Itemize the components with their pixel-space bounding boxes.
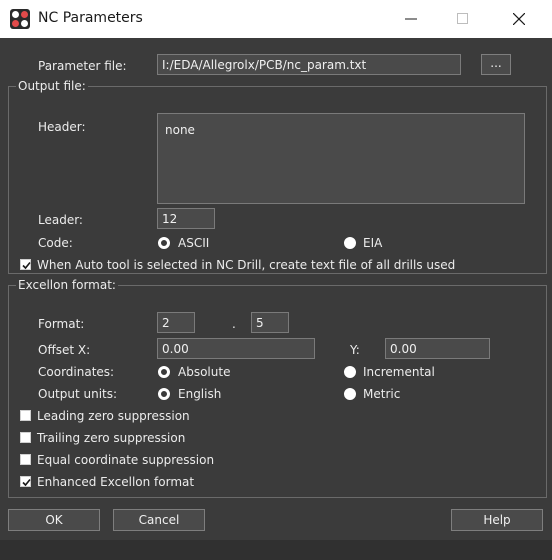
minimize-button[interactable]	[388, 0, 434, 38]
maximize-button[interactable]	[440, 0, 486, 38]
format-label: Format:	[38, 317, 85, 331]
window-title: NC Parameters	[38, 10, 143, 26]
units-metric-label: Metric	[363, 387, 401, 401]
header-textarea[interactable]: none	[157, 113, 525, 204]
format-separator: .	[232, 317, 236, 331]
close-icon	[513, 13, 525, 25]
excellon-format-group-title: Excellon format:	[16, 278, 118, 292]
units-english-label: English	[178, 387, 222, 401]
equal-coordinate-checkbox[interactable]	[20, 454, 31, 465]
code-eia-label: EIA	[363, 236, 383, 250]
leader-input[interactable]: 12	[157, 208, 215, 229]
code-ascii-label: ASCII	[178, 236, 210, 250]
parameter-file-label: Parameter file:	[38, 59, 127, 73]
leader-label: Leader:	[38, 213, 83, 227]
maximize-icon	[457, 13, 468, 24]
ok-button[interactable]: OK	[8, 509, 100, 531]
header-label: Header:	[38, 120, 86, 134]
equal-coordinate-label: Equal coordinate suppression	[37, 453, 215, 467]
coordinates-incremental-label: Incremental	[363, 365, 435, 379]
code-eia-radio[interactable]	[344, 237, 356, 249]
checkmark-icon	[22, 261, 31, 270]
cancel-button[interactable]: Cancel	[113, 509, 205, 531]
units-metric-radio[interactable]	[344, 388, 356, 400]
coordinates-absolute-radio[interactable]	[158, 366, 170, 378]
close-button[interactable]	[496, 0, 542, 38]
offset-y-label: Y:	[350, 343, 360, 357]
coordinates-absolute-label: Absolute	[178, 365, 231, 379]
trailing-zero-label: Trailing zero suppression	[37, 431, 186, 445]
background-strip	[0, 540, 552, 560]
offset-y-input[interactable]: 0.00	[385, 338, 490, 359]
format-integer-input[interactable]: 2	[157, 312, 195, 333]
enhanced-excellon-checkbox[interactable]	[20, 476, 31, 487]
leading-zero-label: Leading zero suppression	[37, 409, 190, 423]
browse-button[interactable]: ...	[481, 54, 511, 75]
title-bar: NC Parameters	[0, 0, 552, 38]
app-icon	[10, 9, 30, 29]
offset-x-input[interactable]: 0.00	[157, 338, 315, 359]
auto-tool-checkbox[interactable]	[20, 259, 31, 270]
output-units-label: Output units:	[38, 387, 118, 401]
code-label: Code:	[38, 236, 73, 250]
units-english-radio[interactable]	[158, 388, 170, 400]
parameter-file-input[interactable]: I:/EDA/Allegrolx/PCB/nc_param.txt	[157, 54, 461, 75]
coordinates-label: Coordinates:	[38, 365, 115, 379]
offset-x-label: Offset X:	[38, 343, 91, 357]
trailing-zero-checkbox[interactable]	[20, 432, 31, 443]
checkmark-icon	[22, 478, 31, 487]
format-decimal-input[interactable]: 5	[251, 312, 289, 333]
help-button[interactable]: Help	[451, 509, 543, 531]
leading-zero-checkbox[interactable]	[20, 410, 31, 421]
output-file-group-title: Output file:	[16, 79, 88, 93]
enhanced-excellon-label: Enhanced Excellon format	[37, 475, 195, 489]
auto-tool-label: When Auto tool is selected in NC Drill, …	[37, 258, 456, 272]
coordinates-incremental-radio[interactable]	[344, 366, 356, 378]
minimize-icon	[405, 18, 417, 20]
code-ascii-radio[interactable]	[158, 237, 170, 249]
